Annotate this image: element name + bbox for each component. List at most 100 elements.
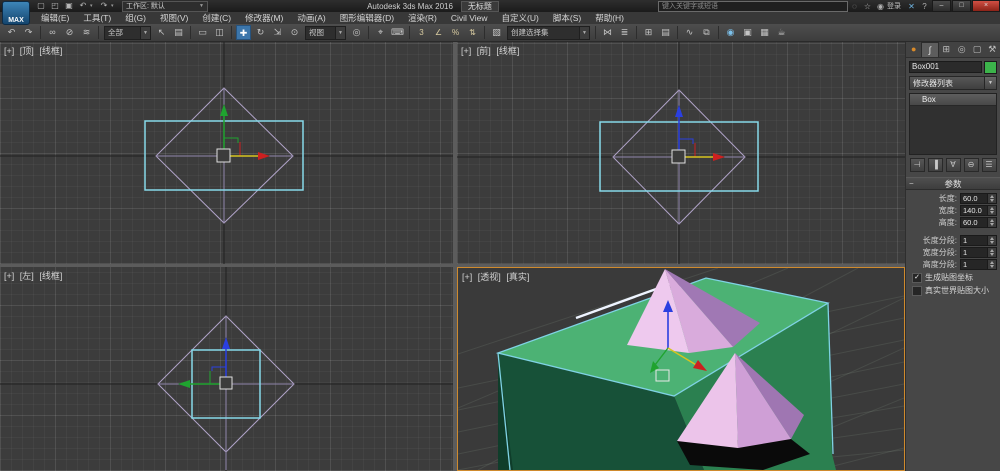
width-segs-field[interactable]: 1 (960, 247, 997, 258)
workspace-select[interactable]: 工作区: 默认 ▼ (122, 1, 208, 12)
named-selection-sets-select[interactable]: 创建选择集 ▼ (507, 26, 590, 40)
transform-gizmo[interactable] (672, 105, 725, 163)
menu-group[interactable]: 组(G) (118, 12, 153, 24)
align-button[interactable]: ≣ (617, 25, 632, 40)
menu-rendering[interactable]: 渲染(R) (401, 12, 444, 24)
width-spinner[interactable] (987, 206, 996, 215)
tab-motion[interactable]: ◎ (954, 42, 969, 57)
modifier-list-select[interactable]: 修改器列表 ▼ (909, 76, 997, 90)
redo-button[interactable]: ↷ (21, 25, 36, 40)
viewport-menu-shading[interactable]: [真实] (506, 272, 529, 282)
menu-views[interactable]: 视图(V) (153, 12, 195, 24)
viewport-perspective[interactable]: [+] [透视] [真实] (457, 267, 905, 471)
ribbon-toggle-button[interactable]: ▤ (658, 25, 673, 40)
percent-snap-button[interactable]: % (448, 25, 463, 40)
undo-quick-button[interactable]: ↶ (76, 1, 90, 11)
minimize-button[interactable]: – (932, 0, 951, 12)
height-segs-field[interactable]: 1 (960, 259, 997, 270)
tab-modify[interactable]: ∫ (921, 42, 938, 57)
max-logo[interactable]: MAX (2, 1, 30, 25)
menu-modifiers[interactable]: 修改器(M) (238, 12, 290, 24)
viewport-menu-plus[interactable]: [+] (462, 272, 472, 282)
exchange-icon[interactable]: ✕ (905, 2, 918, 11)
length-field[interactable]: 60.0 (960, 193, 997, 204)
bind-to-space-warp-button[interactable]: ≋ (79, 25, 94, 40)
reference-coordinate-system-select[interactable]: 视图 ▼ (305, 26, 346, 40)
object-color-swatch[interactable] (984, 61, 997, 74)
width-segs-spinner[interactable] (987, 248, 996, 257)
user-icon[interactable]: ◉ (874, 2, 887, 11)
menu-create[interactable]: 创建(C) (195, 12, 238, 24)
height-spinner[interactable] (987, 218, 996, 227)
transform-gizmo[interactable] (217, 104, 270, 162)
length-segs-field[interactable]: 1 (960, 235, 997, 246)
render-production-button[interactable]: ☕ (774, 25, 789, 40)
menu-animation[interactable]: 动画(A) (290, 12, 332, 24)
viewport-menu-shading[interactable]: [线框] (39, 46, 62, 56)
sign-in-link[interactable]: 登录 (887, 1, 901, 11)
select-and-link-button[interactable]: ∞ (45, 25, 60, 40)
menu-tools[interactable]: 工具(T) (76, 12, 118, 24)
length-segs-spinner[interactable] (987, 236, 996, 245)
tab-display[interactable]: ▢ (969, 42, 984, 57)
menu-edit[interactable]: 编辑(E) (34, 12, 76, 24)
mirror-button[interactable]: ⋈ (600, 25, 615, 40)
parameters-rollout-header[interactable]: − 参数 (906, 177, 1000, 190)
viewport-menu-shading[interactable]: [线框] (39, 271, 62, 281)
search-icon[interactable]: ◌ (848, 2, 861, 11)
transform-gizmo[interactable] (178, 337, 232, 389)
select-by-name-button[interactable]: ▤ (171, 25, 186, 40)
length-spinner[interactable] (987, 194, 996, 203)
new-scene-button[interactable]: ▢ (34, 1, 48, 11)
viewport-menu-view[interactable]: [顶] (20, 46, 34, 56)
redo-history-arrow[interactable]: ▾ (111, 3, 118, 9)
open-file-button[interactable]: ◰ (48, 1, 62, 11)
viewport-menu-view[interactable]: [左] (20, 271, 34, 281)
show-end-result-button[interactable]: ▐ (928, 158, 943, 172)
stack-item-box[interactable]: Box (910, 94, 996, 106)
viewport-menu-plus[interactable]: [+] (4, 46, 14, 56)
real-world-map-size-checkbox[interactable] (912, 286, 922, 296)
rollout-collapse-icon[interactable]: − (909, 179, 914, 188)
tab-utilities[interactable]: ⚒ (985, 42, 1000, 57)
select-and-place-button[interactable]: ⊙ (287, 25, 302, 40)
modifier-stack[interactable]: Box (909, 93, 997, 155)
tab-create[interactable]: ● (906, 42, 921, 57)
viewport-front[interactable]: [+] [前] [线框] (457, 42, 905, 264)
undo-history-arrow[interactable]: ▾ (90, 3, 97, 9)
curve-editor-button[interactable]: ∿ (682, 25, 697, 40)
menu-graph-editors[interactable]: 图形编辑器(D) (333, 12, 401, 24)
object-name-field[interactable]: Box001 (909, 61, 982, 73)
viewport-menu-plus[interactable]: [+] (4, 271, 14, 281)
height-segs-spinner[interactable] (987, 260, 996, 269)
close-button[interactable]: × (972, 0, 1000, 12)
viewport-menu-view[interactable]: [透视] (478, 272, 501, 282)
width-field[interactable]: 140.0 (960, 205, 997, 216)
tab-hierarchy[interactable]: ⊞ (939, 42, 954, 57)
viewport-menu-view[interactable]: [前] (477, 46, 491, 56)
keyboard-shortcut-override-button[interactable]: ⌨ (390, 25, 405, 40)
layer-explorer-button[interactable]: ⊞ (641, 25, 656, 40)
menu-civil-view[interactable]: Civil View (444, 12, 495, 24)
select-object-button[interactable]: ↖ (154, 25, 169, 40)
snap-toggle-3d-button[interactable]: 3 (414, 25, 429, 40)
angle-snap-button[interactable]: ∠ (431, 25, 446, 40)
menu-help[interactable]: 帮助(H) (588, 12, 631, 24)
schematic-view-button[interactable]: ⧉ (699, 25, 714, 40)
viewport-menu-shading[interactable]: [线框] (496, 46, 519, 56)
remove-modifier-button[interactable]: ⊖ (964, 158, 979, 172)
restore-button[interactable]: □ (952, 0, 971, 12)
viewport-top[interactable]: [+] [顶] [线框] (0, 42, 453, 264)
spinner-snap-button[interactable]: ⇅ (465, 25, 480, 40)
viewport-left[interactable]: [+] [左] [线框] (0, 267, 453, 471)
rectangular-selection-region-button[interactable]: ▭ (195, 25, 210, 40)
select-and-rotate-button[interactable]: ↻ (253, 25, 268, 40)
help-icon[interactable]: ? (918, 2, 931, 11)
menu-scripting[interactable]: 脚本(S) (546, 12, 588, 24)
redo-quick-button[interactable]: ↷ (97, 1, 111, 11)
configure-modifier-sets-button[interactable]: ☰ (982, 158, 997, 172)
select-and-manipulate-button[interactable]: ⌖ (373, 25, 388, 40)
make-unique-button[interactable]: ∀ (946, 158, 961, 172)
search-input[interactable]: 键入关键字或短语 (658, 1, 848, 12)
viewport-menu-plus[interactable]: [+] (461, 46, 471, 56)
